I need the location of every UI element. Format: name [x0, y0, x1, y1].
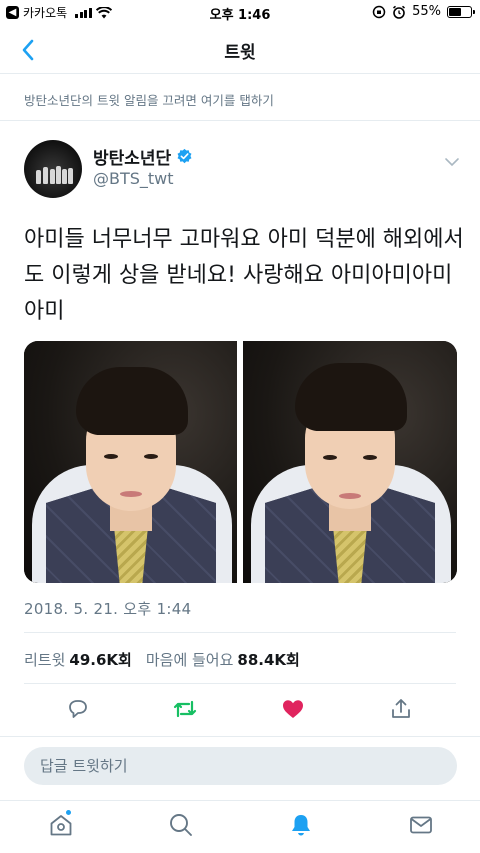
- tab-search[interactable]: [167, 811, 195, 839]
- tab-home[interactable]: [47, 809, 75, 839]
- share-icon: [392, 699, 410, 718]
- status-bar: ◀ 카카오톡 오후 1:46 55%: [0, 0, 480, 26]
- verified-badge-icon: [177, 148, 192, 164]
- share-button[interactable]: [388, 696, 414, 722]
- retweets-label[interactable]: 리트윗: [24, 649, 65, 670]
- page-title: 트윗: [224, 43, 256, 63]
- reply-input[interactable]: 답글 트윗하기: [24, 747, 457, 785]
- notification-toggle-link[interactable]: 방탄소년단의 트윗 알림을 끄려면 여기를 탭하기: [24, 90, 274, 109]
- alarm-icon: [393, 5, 406, 19]
- like-button[interactable]: [280, 696, 306, 722]
- orientation-lock-icon: [372, 5, 386, 18]
- likes-label[interactable]: 마음에 들어요: [146, 649, 234, 670]
- divider: [0, 736, 480, 737]
- battery-icon: [447, 5, 475, 18]
- divider: [24, 632, 456, 633]
- likes-count[interactable]: 88.4K회: [237, 649, 299, 670]
- retweet-button[interactable]: [172, 696, 198, 722]
- home-icon: [50, 815, 72, 836]
- author-avatar[interactable]: [24, 140, 82, 198]
- tweet-actions: [0, 684, 480, 736]
- author-handle[interactable]: @BTS_twt: [93, 169, 174, 188]
- reply-button[interactable]: [65, 696, 91, 722]
- chevron-down-icon[interactable]: [444, 154, 460, 170]
- status-right: 55%: [372, 4, 475, 19]
- tweet-timestamp: 2018. 5. 21. 오후 1:44: [24, 600, 192, 618]
- notifications-icon: [292, 815, 310, 836]
- heart-icon: [283, 700, 303, 718]
- author-name-text: 방탄소년단: [93, 149, 172, 169]
- home-unread-dot: [65, 809, 72, 816]
- battery-level: [449, 7, 461, 16]
- tab-messages[interactable]: [407, 811, 435, 839]
- battery-percent: 55%: [412, 4, 441, 19]
- tweet-stats: 리트윗 49.6K회 마음에 들어요 88.4K회: [24, 649, 300, 670]
- author-name[interactable]: 방탄소년단: [93, 144, 193, 169]
- tab-notifications[interactable]: [287, 811, 315, 839]
- search-icon: [170, 814, 192, 836]
- tweet-photo-1[interactable]: [24, 341, 237, 583]
- reply-icon: [69, 700, 87, 718]
- divider: [0, 120, 480, 121]
- tweet-photo-2[interactable]: [243, 341, 457, 583]
- messages-icon: [410, 816, 432, 834]
- retweet-icon: [173, 700, 197, 718]
- tab-bar: [0, 800, 480, 853]
- retweets-count[interactable]: 49.6K회: [69, 649, 131, 670]
- tweet-text: 아미들 너무너무 고마워요 아미 덕분에 해외에서도 이렇게 상을 받네요! 사…: [24, 227, 464, 324]
- nav-bar: 트윗: [0, 26, 480, 74]
